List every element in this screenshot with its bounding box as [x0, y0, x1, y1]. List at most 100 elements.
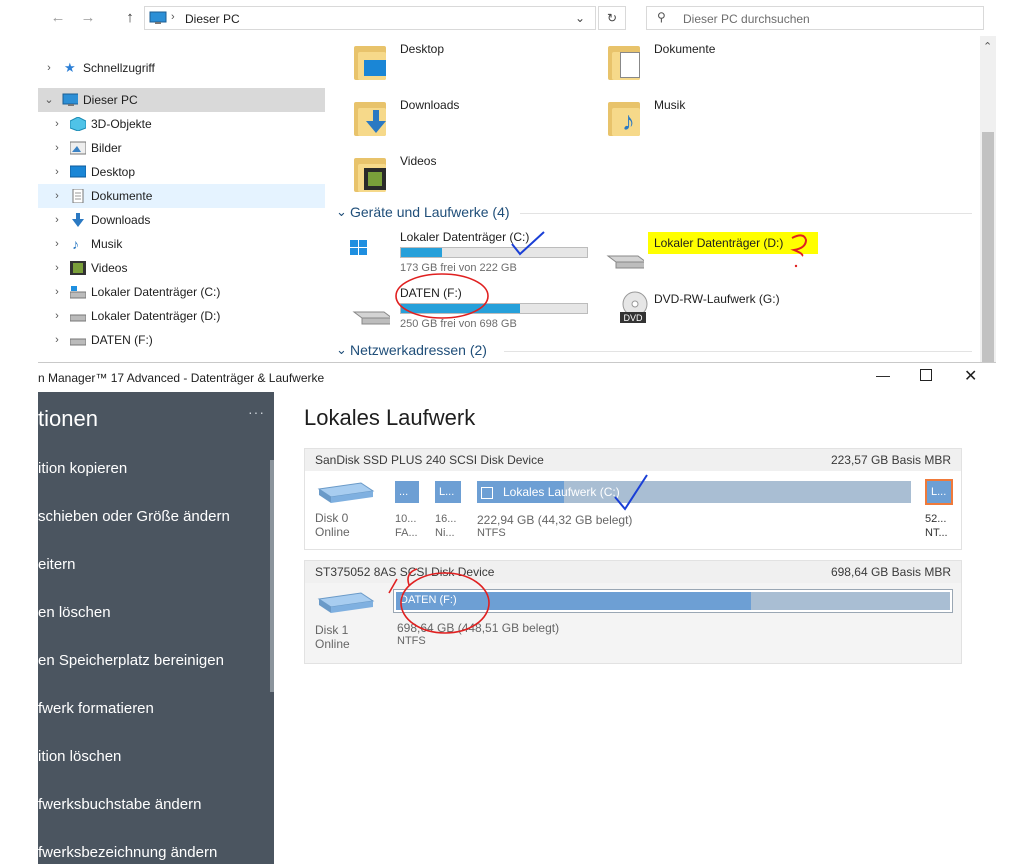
music-folder-icon[interactable]: ♪ [608, 98, 640, 136]
section-divider [504, 351, 972, 352]
tree-item-drive-c[interactable]: › Lokaler Datenträger (C:) [38, 280, 325, 304]
annotation-check-mark-icon [614, 474, 648, 511]
close-icon[interactable]: ✕ [964, 366, 977, 386]
sidebar-item-extend[interactable]: eitern [38, 556, 76, 573]
tree-label: Desktop [91, 165, 136, 179]
chevron-down-icon[interactable]: ⌄ [336, 204, 347, 220]
disk-1-panel[interactable]: ST375052 8AS SCSI Disk Device 698,64 GB … [304, 560, 962, 664]
tree-label: Schnellzugriff [83, 61, 155, 75]
breadcrumb: Dieser PC [185, 12, 240, 26]
tree-label: Downloads [91, 213, 151, 227]
scrollbar-thumb[interactable] [982, 132, 994, 362]
partition-c-bar[interactable]: Lokales Laufwerk (C:) [477, 481, 911, 503]
chevron-right-icon[interactable]: › [50, 280, 64, 304]
drive-icon[interactable] [604, 248, 644, 270]
drive-icon[interactable] [350, 304, 390, 326]
disk-icon [317, 482, 375, 503]
disk-info: 223,57 GB Basis MBR [830, 453, 951, 467]
chevron-right-icon[interactable]: › [50, 208, 64, 232]
videos-folder-icon[interactable] [354, 154, 386, 192]
sidebar-item-move-resize[interactable]: schieben oder Größe ändern [38, 508, 230, 525]
disk-info: 698,64 GB Basis MBR [830, 565, 951, 579]
tree-item-desktop[interactable]: › Desktop [38, 160, 325, 184]
devices-section-header[interactable]: Geräte und Laufwerke (4) [350, 204, 510, 220]
scrollbar[interactable]: ⌃ [980, 36, 996, 362]
tree-item-videos[interactable]: › Videos [38, 256, 325, 280]
documents-folder-icon[interactable] [608, 42, 640, 80]
back-icon[interactable]: ← [48, 8, 68, 28]
folder-label-desktop[interactable]: Desktop [400, 42, 444, 56]
page-title: Lokales Laufwerk [304, 405, 476, 430]
up-icon[interactable]: ↑ [120, 8, 140, 28]
picture-icon [70, 141, 86, 155]
sidebar-item-clean-space[interactable]: en Speicherplatz bereinigen [38, 652, 224, 669]
sidebar-item-change-label[interactable]: fwerksbezeichnung ändern [38, 844, 217, 861]
tree-item-dokumente[interactable]: › Dokumente [38, 184, 325, 208]
chevron-down-icon[interactable]: ⌄ [575, 11, 585, 25]
sidebar-item-change-letter[interactable]: fwerksbuchstabe ändern [38, 796, 201, 813]
partition-fs: Ni... [435, 527, 455, 539]
downloads-folder-icon[interactable] [354, 98, 386, 136]
more-icon[interactable]: ··· [248, 404, 265, 420]
chevron-right-icon[interactable]: › [50, 304, 64, 328]
disk-label: Disk 1 [315, 623, 349, 637]
tree-item-musik[interactable]: › ♪ Musik [38, 232, 325, 256]
search-input[interactable]: ⚲ Dieser PC durchsuchen [646, 6, 984, 30]
drive-c-usage-bar [400, 247, 588, 258]
partition-tile[interactable]: ... [395, 481, 419, 503]
tree-label: Musik [91, 237, 123, 251]
chevron-right-icon[interactable]: › [50, 160, 64, 184]
folder-label-videos[interactable]: Videos [400, 154, 436, 168]
minimize-icon[interactable]: — [876, 367, 890, 383]
tree-item-schnellzugriff[interactable]: › ★ Schnellzugriff [38, 56, 325, 80]
drive-icon [70, 286, 86, 299]
cube-icon [70, 117, 86, 131]
window-title: n Manager™ 17 Advanced - Datenträger & L… [38, 371, 325, 385]
star-icon: ★ [64, 60, 76, 75]
partition-tile-selected[interactable]: L... [925, 479, 953, 505]
chevron-up-icon[interactable]: ⌃ [983, 40, 992, 53]
sidebar-item-delete-partition[interactable]: ition löschen [38, 748, 121, 765]
sidebar-item-copy-partition[interactable]: ition kopieren [38, 460, 127, 477]
chevron-right-icon[interactable]: › [50, 328, 64, 352]
disk-0-panel[interactable]: SanDisk SSD PLUS 240 SCSI Disk Device 22… [304, 448, 962, 550]
folder-label-dokumente[interactable]: Dokumente [654, 42, 715, 56]
folder-label-musik[interactable]: Musik [654, 98, 685, 112]
dvd-drive-icon[interactable]: DVD [618, 290, 652, 330]
drive-d-label[interactable]: Lokaler Datenträger (D:) [654, 236, 783, 250]
tree-item-drive-f[interactable]: › DATEN (F:) [38, 328, 325, 352]
sidebar-item-format[interactable]: fwerk formatieren [38, 700, 154, 717]
chevron-right-icon[interactable]: › [42, 56, 56, 80]
forward-icon[interactable]: → [78, 8, 98, 28]
chevron-down-icon[interactable]: ⌄ [42, 88, 56, 112]
drive-icon [70, 338, 86, 346]
maximize-icon[interactable] [920, 369, 932, 381]
partition-size: 52... [925, 513, 947, 525]
chevron-right-icon[interactable]: › [50, 256, 64, 280]
tree-item-drive-d[interactable]: › Lokaler Datenträger (D:) [38, 304, 325, 328]
desktop-folder-icon[interactable] [354, 42, 386, 80]
tree-label: Bilder [91, 141, 122, 155]
chevron-right-icon[interactable]: › [50, 136, 64, 160]
folder-label-downloads[interactable]: Downloads [400, 98, 459, 112]
breadcrumb-separator-icon: › [171, 11, 175, 23]
address-bar[interactable]: › Dieser PC ⌄ [144, 6, 596, 30]
tree-item-dieser-pc[interactable]: ⌄ Dieser PC [38, 88, 325, 112]
network-section-header[interactable]: Netzwerkadressen (2) [350, 342, 487, 358]
chevron-down-icon[interactable]: ⌄ [336, 342, 347, 358]
tree-item-downloads[interactable]: › Downloads [38, 208, 325, 232]
chevron-right-icon[interactable]: › [50, 232, 64, 256]
refresh-icon[interactable]: ↻ [598, 6, 626, 30]
navigation-tree: › ★ Schnellzugriff ⌄ Dieser PC › 3D-Obje… [38, 44, 328, 362]
windows-drive-icon[interactable] [350, 238, 390, 260]
svg-text:DVD: DVD [623, 313, 643, 323]
chevron-right-icon[interactable]: › [50, 184, 64, 208]
chevron-right-icon[interactable]: › [50, 112, 64, 136]
dvd-drive-label[interactable]: DVD-RW-Laufwerk (G:) [654, 292, 780, 306]
tree-item-bilder[interactable]: › Bilder [38, 136, 325, 160]
sidebar-item-delete-data[interactable]: en löschen [38, 604, 111, 621]
tree-item-3d-objekte[interactable]: › 3D-Objekte [38, 112, 325, 136]
download-icon [72, 213, 84, 227]
partition-tile[interactable]: L... [435, 481, 461, 503]
tree-label: 3D-Objekte [91, 117, 152, 131]
